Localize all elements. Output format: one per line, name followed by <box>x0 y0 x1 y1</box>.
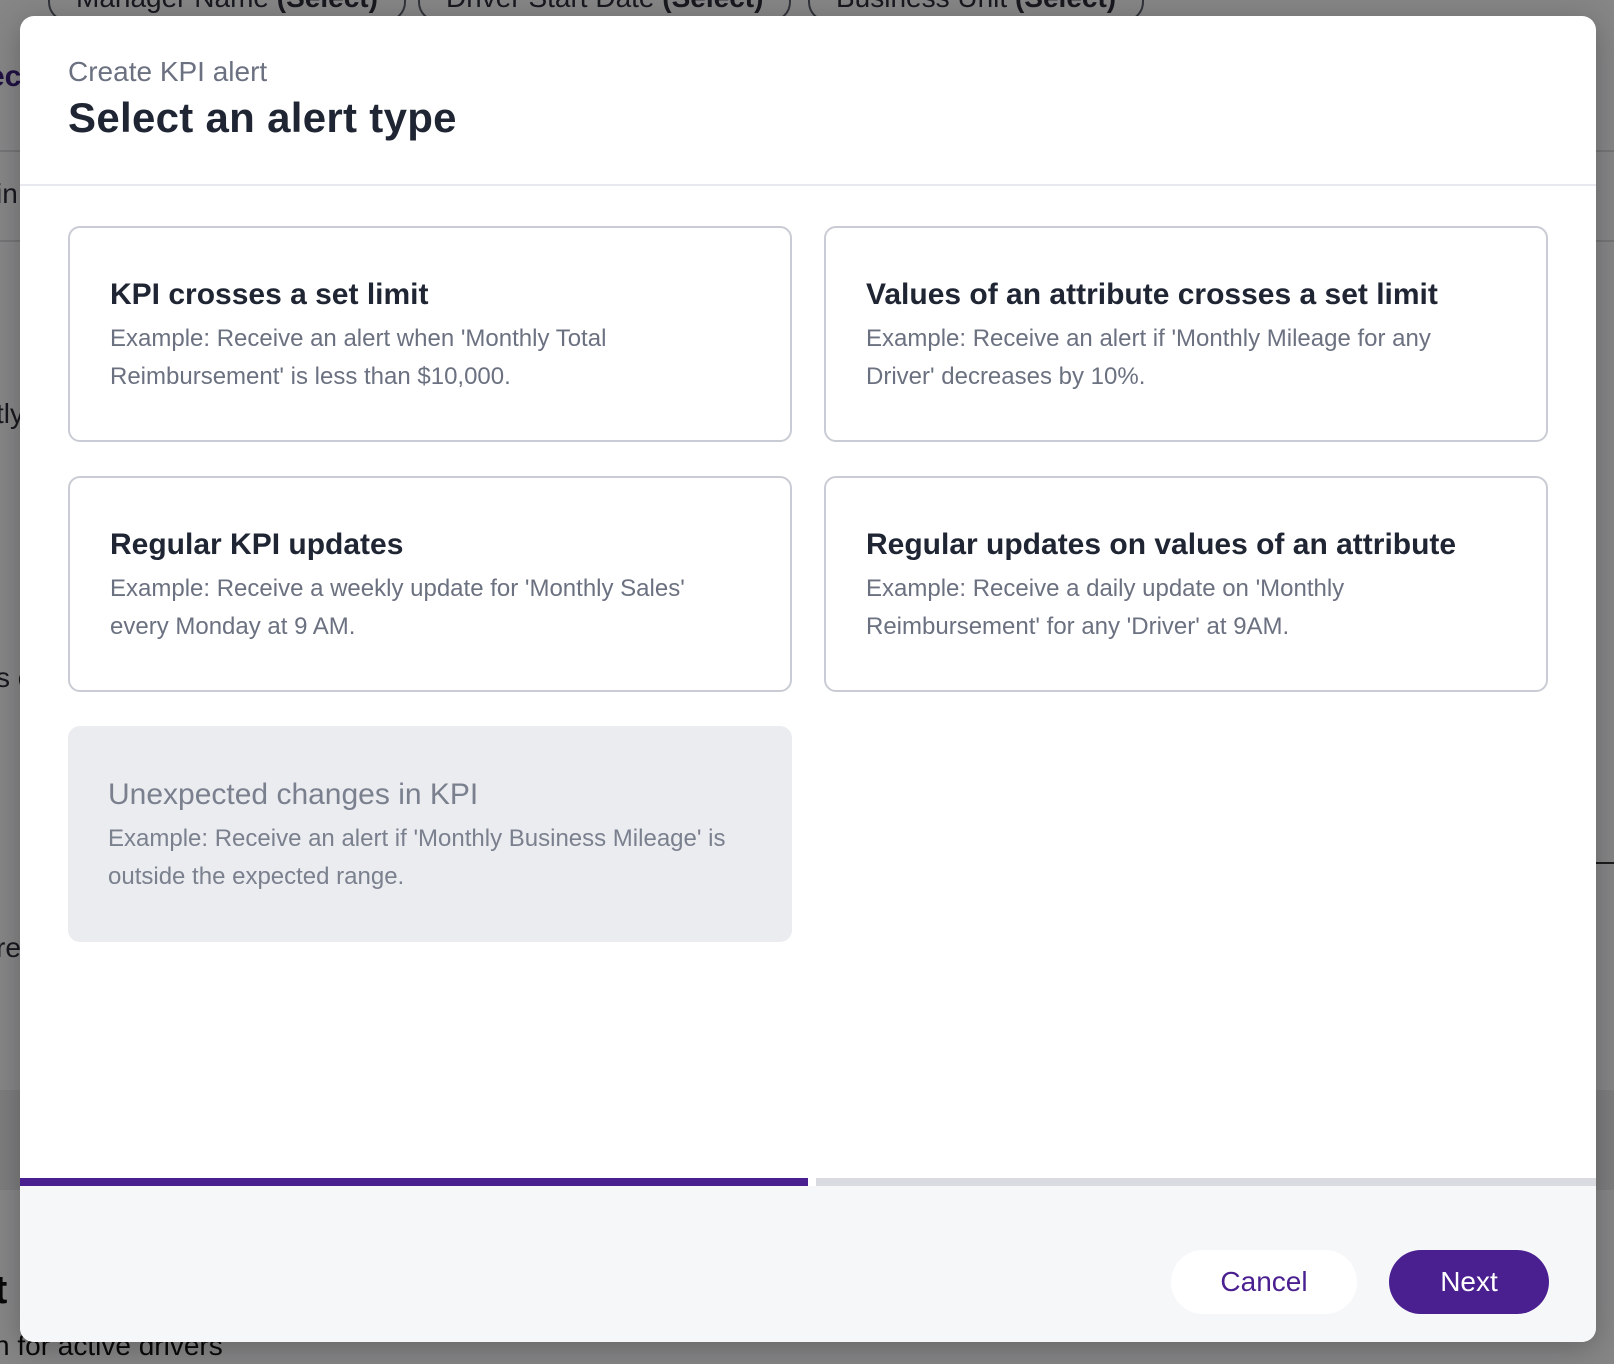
alert-type-kpi-crosses-limit[interactable]: KPI crosses a set limit Example: Receive… <box>68 226 792 442</box>
alert-type-description: Example: Receive an alert if 'Monthly Mi… <box>866 325 1431 390</box>
alert-type-description: Example: Receive a daily update on 'Mont… <box>866 575 1345 640</box>
modal-title: Select an alert type <box>68 94 457 141</box>
alert-type-unexpected-changes: Unexpected changes in KPI Example: Recei… <box>68 726 792 942</box>
alert-type-title: KPI crosses a set limit <box>110 278 429 311</box>
alert-type-title: Unexpected changes in KPI <box>108 778 479 811</box>
alert-type-title: Values of an attribute crosses a set lim… <box>866 278 1438 311</box>
modal-header: Create KPI alert Select an alert type <box>20 16 1596 186</box>
alert-type-description: Example: Receive an alert when 'Monthly … <box>110 325 607 390</box>
alert-type-title: Regular KPI updates <box>110 528 404 561</box>
progress-fill <box>20 1178 816 1186</box>
create-kpi-alert-modal: Create KPI alert Select an alert type KP… <box>20 16 1596 1342</box>
modal-subtitle: Create KPI alert <box>68 56 268 87</box>
alert-type-attribute-crosses-limit[interactable]: Values of an attribute crosses a set lim… <box>824 226 1548 442</box>
alert-type-title: Regular updates on values of an attribut… <box>866 528 1457 561</box>
next-button[interactable]: Next <box>1389 1250 1549 1314</box>
alert-type-regular-attribute-updates[interactable]: Regular updates on values of an attribut… <box>824 476 1548 692</box>
cancel-button[interactable]: Cancel <box>1171 1250 1357 1314</box>
modal-footer: Cancel Next <box>20 1186 1596 1342</box>
alert-type-description: Example: Receive a weekly update for 'Mo… <box>110 575 685 640</box>
alert-type-regular-kpi-updates[interactable]: Regular KPI updates Example: Receive a w… <box>68 476 792 692</box>
alert-type-description: Example: Receive an alert if 'Monthly Bu… <box>108 825 726 890</box>
step-progress-bar <box>20 1178 1596 1186</box>
